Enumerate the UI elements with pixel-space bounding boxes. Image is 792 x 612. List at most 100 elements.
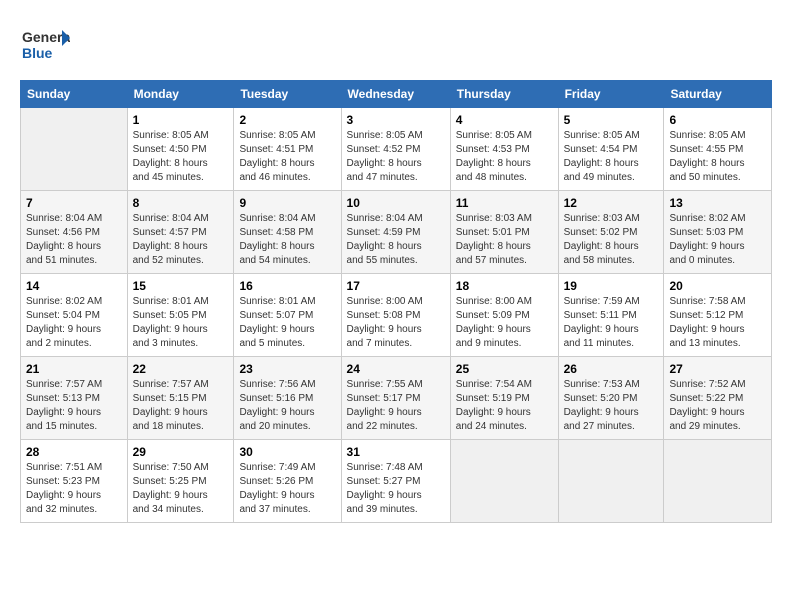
calendar-week-row: 28 Sunrise: 7:51 AM Sunset: 5:23 PM Dayli… [21, 440, 772, 523]
calendar-cell: 30Sunrise: 7:49 AM Sunset: 5:26 PM Dayli… [234, 440, 341, 523]
day-number: 9 [239, 196, 335, 210]
calendar-week-row: 14Sunrise: 8:02 AM Sunset: 5:04 PM Dayli… [21, 274, 772, 357]
day-number: 25 [456, 362, 553, 376]
calendar-cell [558, 440, 664, 523]
calendar-cell: 1 Sunrise: 8:05 AM Sunset: 4:50 PM Daylig… [127, 108, 234, 191]
calendar-cell: 24 Sunrise: 7:55 AM Sunset: 5:17 PM Dayli… [341, 357, 450, 440]
cell-info: Sunrise: 8:00 AM Sunset: 5:09 PM Dayligh… [456, 295, 553, 351]
cell-info: Sunrise: 8:01 AM Sunset: 5:07 PM Dayligh… [239, 295, 335, 351]
day-number: 13 [669, 196, 766, 210]
day-number: 28 [26, 445, 122, 459]
calendar-cell: 9Sunrise: 8:04 AM Sunset: 4:58 PM Daylig… [234, 191, 341, 274]
cell-info: Sunrise: 7:48 AM Sunset: 5:27 PM Dayligh… [347, 461, 445, 517]
calendar-table: SundayMondayTuesdayWednesdayThursdayFrid… [20, 80, 772, 523]
day-number: 4 [456, 113, 553, 127]
cell-info: Sunrise: 8:02 AM Sunset: 5:04 PM Dayligh… [26, 295, 122, 351]
calendar-cell: 23 Sunrise: 7:56 AM Sunset: 5:16 PM Dayli… [234, 357, 341, 440]
calendar-cell: 18Sunrise: 8:00 AM Sunset: 5:09 PM Dayli… [450, 274, 558, 357]
day-number: 22 [133, 362, 229, 376]
cell-info: Sunrise: 7:54 AM Sunset: 5:19 PM Dayligh… [456, 378, 553, 434]
calendar-cell: 16 Sunrise: 8:01 AM Sunset: 5:07 PM Dayli… [234, 274, 341, 357]
cell-info: Sunrise: 8:04 AM Sunset: 4:56 PM Dayligh… [26, 212, 122, 268]
calendar-week-row: 1 Sunrise: 8:05 AM Sunset: 4:50 PM Daylig… [21, 108, 772, 191]
cell-info: Sunrise: 7:57 AM Sunset: 5:13 PM Dayligh… [26, 378, 122, 434]
day-number: 24 [347, 362, 445, 376]
cell-info: Sunrise: 8:01 AM Sunset: 5:05 PM Dayligh… [133, 295, 229, 351]
calendar-week-row: 21 Sunrise: 7:57 AM Sunset: 5:13 PM Dayli… [21, 357, 772, 440]
day-number: 11 [456, 196, 553, 210]
calendar-cell: 31 Sunrise: 7:48 AM Sunset: 5:27 PM Dayli… [341, 440, 450, 523]
calendar-cell: 25 Sunrise: 7:54 AM Sunset: 5:19 PM Dayli… [450, 357, 558, 440]
calendar-cell: 17 Sunrise: 8:00 AM Sunset: 5:08 PM Dayli… [341, 274, 450, 357]
page-header: General Blue [20, 20, 772, 70]
cell-info: Sunrise: 8:05 AM Sunset: 4:50 PM Dayligh… [133, 129, 229, 185]
day-number: 10 [347, 196, 445, 210]
day-number: 3 [347, 113, 445, 127]
day-number: 27 [669, 362, 766, 376]
calendar-cell: 5Sunrise: 8:05 AM Sunset: 4:54 PM Daylig… [558, 108, 664, 191]
cell-info: Sunrise: 8:03 AM Sunset: 5:02 PM Dayligh… [564, 212, 659, 268]
calendar-cell [450, 440, 558, 523]
calendar-day-header: Monday [127, 81, 234, 108]
day-number: 6 [669, 113, 766, 127]
calendar-cell: 3 Sunrise: 8:05 AM Sunset: 4:52 PM Daylig… [341, 108, 450, 191]
day-number: 7 [26, 196, 122, 210]
day-number: 31 [347, 445, 445, 459]
cell-info: Sunrise: 8:03 AM Sunset: 5:01 PM Dayligh… [456, 212, 553, 268]
svg-text:Blue: Blue [22, 45, 53, 61]
day-number: 20 [669, 279, 766, 293]
day-number: 23 [239, 362, 335, 376]
calendar-cell: 12 Sunrise: 8:03 AM Sunset: 5:02 PM Dayli… [558, 191, 664, 274]
calendar-cell: 22 Sunrise: 7:57 AM Sunset: 5:15 PM Dayli… [127, 357, 234, 440]
day-number: 29 [133, 445, 229, 459]
cell-info: Sunrise: 8:05 AM Sunset: 4:53 PM Dayligh… [456, 129, 553, 185]
calendar-cell: 2 Sunrise: 8:05 AM Sunset: 4:51 PM Daylig… [234, 108, 341, 191]
calendar-day-header: Sunday [21, 81, 128, 108]
calendar-day-header: Wednesday [341, 81, 450, 108]
calendar-cell: 20 Sunrise: 7:58 AM Sunset: 5:12 PM Dayli… [664, 274, 772, 357]
cell-info: Sunrise: 8:02 AM Sunset: 5:03 PM Dayligh… [669, 212, 766, 268]
cell-info: Sunrise: 8:00 AM Sunset: 5:08 PM Dayligh… [347, 295, 445, 351]
cell-info: Sunrise: 7:59 AM Sunset: 5:11 PM Dayligh… [564, 295, 659, 351]
cell-info: Sunrise: 8:04 AM Sunset: 4:59 PM Dayligh… [347, 212, 445, 268]
calendar-cell: 4 Sunrise: 8:05 AM Sunset: 4:53 PM Daylig… [450, 108, 558, 191]
day-number: 16 [239, 279, 335, 293]
logo: General Blue [20, 20, 70, 70]
calendar-cell: 27 Sunrise: 7:52 AM Sunset: 5:22 PM Dayli… [664, 357, 772, 440]
calendar-cell: 29 Sunrise: 7:50 AM Sunset: 5:25 PM Dayli… [127, 440, 234, 523]
day-number: 21 [26, 362, 122, 376]
cell-info: Sunrise: 7:51 AM Sunset: 5:23 PM Dayligh… [26, 461, 122, 517]
calendar-day-header: Friday [558, 81, 664, 108]
cell-info: Sunrise: 7:50 AM Sunset: 5:25 PM Dayligh… [133, 461, 229, 517]
day-number: 26 [564, 362, 659, 376]
cell-info: Sunrise: 7:52 AM Sunset: 5:22 PM Dayligh… [669, 378, 766, 434]
cell-info: Sunrise: 7:57 AM Sunset: 5:15 PM Dayligh… [133, 378, 229, 434]
day-number: 1 [133, 113, 229, 127]
day-number: 8 [133, 196, 229, 210]
cell-info: Sunrise: 8:05 AM Sunset: 4:52 PM Dayligh… [347, 129, 445, 185]
cell-info: Sunrise: 8:05 AM Sunset: 4:55 PM Dayligh… [669, 129, 766, 185]
cell-info: Sunrise: 7:56 AM Sunset: 5:16 PM Dayligh… [239, 378, 335, 434]
calendar-cell: 14Sunrise: 8:02 AM Sunset: 5:04 PM Dayli… [21, 274, 128, 357]
day-number: 12 [564, 196, 659, 210]
cell-info: Sunrise: 7:58 AM Sunset: 5:12 PM Dayligh… [669, 295, 766, 351]
calendar-day-header: Saturday [664, 81, 772, 108]
calendar-cell: 11 Sunrise: 8:03 AM Sunset: 5:01 PM Dayli… [450, 191, 558, 274]
day-number: 19 [564, 279, 659, 293]
calendar-cell: 6 Sunrise: 8:05 AM Sunset: 4:55 PM Daylig… [664, 108, 772, 191]
day-number: 17 [347, 279, 445, 293]
day-number: 5 [564, 113, 659, 127]
calendar-cell: 26Sunrise: 7:53 AM Sunset: 5:20 PM Dayli… [558, 357, 664, 440]
day-number: 15 [133, 279, 229, 293]
day-number: 2 [239, 113, 335, 127]
calendar-cell: 19 Sunrise: 7:59 AM Sunset: 5:11 PM Dayli… [558, 274, 664, 357]
calendar-cell: 13 Sunrise: 8:02 AM Sunset: 5:03 PM Dayli… [664, 191, 772, 274]
calendar-day-header: Thursday [450, 81, 558, 108]
cell-info: Sunrise: 7:55 AM Sunset: 5:17 PM Dayligh… [347, 378, 445, 434]
cell-info: Sunrise: 8:05 AM Sunset: 4:51 PM Dayligh… [239, 129, 335, 185]
calendar-day-header: Tuesday [234, 81, 341, 108]
calendar-cell: 21 Sunrise: 7:57 AM Sunset: 5:13 PM Dayli… [21, 357, 128, 440]
day-number: 30 [239, 445, 335, 459]
calendar-cell [664, 440, 772, 523]
cell-info: Sunrise: 8:04 AM Sunset: 4:57 PM Dayligh… [133, 212, 229, 268]
